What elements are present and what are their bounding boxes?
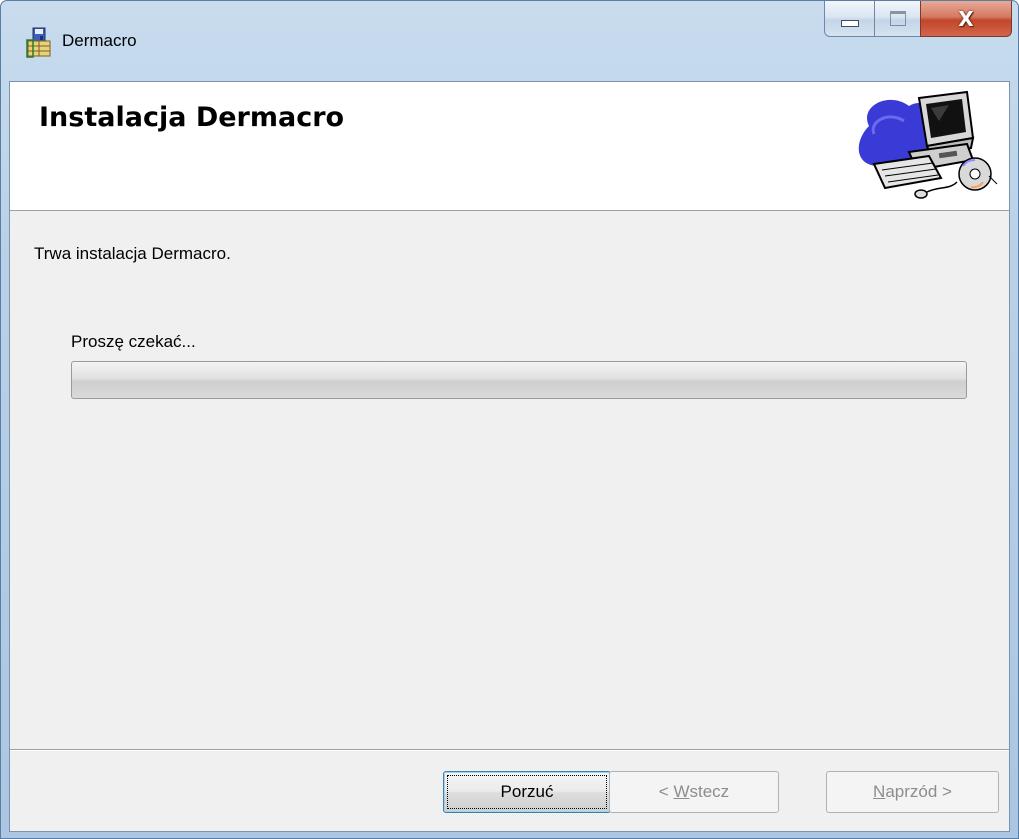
- back-button: < Wstecz: [609, 771, 779, 813]
- close-icon: X: [958, 6, 974, 31]
- installer-window: Dermacro X Instalacja Dermacro Trwa inst…: [0, 0, 1019, 839]
- next-button-rest: aprzód >: [885, 782, 952, 801]
- back-button-mnemonic: W: [673, 782, 690, 801]
- installation-status-text: Trwa instalacja Dermacro.: [34, 244, 231, 263]
- cancel-button[interactable]: Porzuć: [443, 771, 611, 813]
- cancel-button-label: Porzuć: [500, 782, 554, 801]
- footer-divider: [10, 749, 1009, 751]
- caption-buttons: X: [824, 1, 1012, 41]
- computer-setup-icon: [858, 90, 998, 199]
- close-button[interactable]: X: [920, 1, 1012, 37]
- back-button-prefix: <: [658, 782, 674, 801]
- next-button-mnemonic: N: [873, 782, 886, 801]
- maximize-icon: [889, 11, 906, 26]
- dialog-client-area: Instalacja Dermacro Trwa instalacja Derm…: [9, 81, 1010, 832]
- page-title: Instalacja Dermacro: [39, 102, 345, 133]
- please-wait-label: Proszę czekać...: [71, 332, 196, 351]
- header-banner: Instalacja Dermacro: [10, 82, 1009, 211]
- minimize-icon: [840, 20, 859, 27]
- title-bar[interactable]: Dermacro X: [1, 1, 1018, 81]
- window-title: Dermacro: [62, 31, 137, 50]
- next-button: Naprzód >: [826, 771, 999, 813]
- installer-app-icon: [26, 27, 51, 58]
- installation-progress-bar: [71, 361, 967, 399]
- maximize-button: [874, 1, 920, 37]
- minimize-button[interactable]: [824, 1, 874, 37]
- back-button-rest: stecz: [689, 782, 730, 801]
